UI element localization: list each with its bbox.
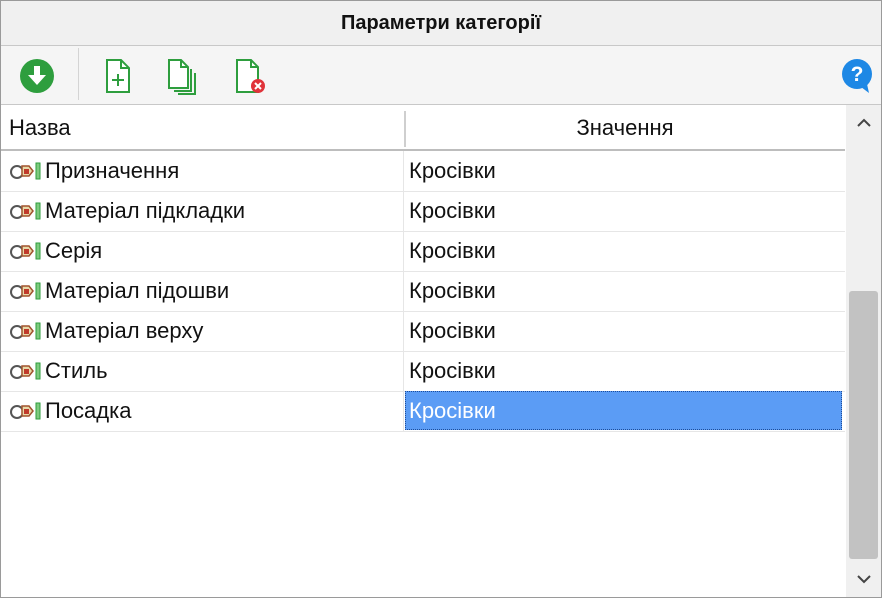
table-header: Назва Значення — [1, 105, 845, 151]
copy-button[interactable] — [163, 56, 203, 96]
name-cell[interactable]: Серія — [1, 231, 404, 271]
parameters-table: Назва Значення Призначення Кросівки Матері… — [1, 105, 845, 597]
parameter-name: Серія — [45, 238, 103, 263]
delete-document-icon — [236, 59, 265, 93]
parameter-value: Кросівки — [409, 278, 496, 303]
parameter-value: Кросівки — [409, 358, 496, 383]
parameter-icon — [9, 279, 43, 303]
scroll-down-button[interactable] — [846, 561, 881, 597]
svg-text:?: ? — [851, 63, 864, 86]
name-cell[interactable]: Матеріал підкладки — [1, 191, 404, 231]
scroll-up-button[interactable] — [846, 105, 881, 141]
column-header-value[interactable]: Значення — [406, 115, 844, 141]
parameter-value: Кросівки — [409, 238, 496, 263]
table-row[interactable]: Матеріал верху Кросівки — [1, 311, 845, 352]
value-cell[interactable]: Кросівки — [405, 231, 842, 270]
parameter-icon — [9, 319, 43, 343]
parameter-name: Стиль — [45, 358, 108, 383]
copy-documents-icon — [168, 59, 196, 95]
delete-button[interactable] — [230, 56, 270, 96]
parameter-name: Посадка — [45, 398, 132, 423]
table-row[interactable]: Серія Кросівки — [1, 231, 845, 272]
name-cell[interactable]: Стиль — [1, 351, 404, 391]
parameter-icon — [9, 359, 43, 383]
chevron-down-icon — [856, 575, 871, 584]
value-cell[interactable]: Кросівки — [405, 351, 842, 390]
parameter-icon — [9, 199, 43, 223]
name-cell[interactable]: Матеріал підошви — [1, 271, 404, 311]
table-row[interactable]: Матеріал підошви Кросівки — [1, 271, 845, 312]
title-bar: Параметри категорії — [1, 1, 881, 46]
parameter-icon — [9, 159, 43, 183]
column-header-name[interactable]: Назва — [9, 115, 71, 141]
parameter-name: Матеріал верху — [45, 318, 204, 343]
parameter-value: Кросівки — [409, 318, 496, 343]
chevron-up-icon — [856, 118, 871, 127]
parameter-value: Кросівки — [409, 398, 496, 423]
category-parameters-window: Параметри категорії ? Назва Значення При… — [0, 0, 882, 598]
add-button[interactable] — [98, 56, 138, 96]
download-circle-icon — [20, 59, 54, 93]
parameter-name: Призначення — [45, 158, 180, 183]
help-icon: ? — [842, 59, 872, 93]
vertical-scrollbar[interactable] — [846, 105, 881, 597]
parameter-icon — [9, 399, 43, 423]
name-cell[interactable]: Посадка — [1, 391, 404, 431]
table-row[interactable]: Стиль Кросівки — [1, 351, 845, 392]
parameter-name: Матеріал підошви — [45, 278, 230, 303]
table-row[interactable]: Призначення Кросівки — [1, 151, 845, 192]
window-title: Параметри категорії — [340, 12, 542, 34]
toolbar-separator — [78, 48, 79, 100]
parameter-name: Матеріал підкладки — [45, 198, 246, 223]
value-cell[interactable]: Кросівки — [405, 311, 842, 350]
name-cell[interactable]: Призначення — [1, 151, 404, 191]
add-document-icon — [106, 59, 130, 93]
value-cell[interactable]: Кросівки — [405, 391, 842, 430]
scrollbar-thumb[interactable] — [849, 291, 878, 559]
value-cell[interactable]: Кросівки — [405, 271, 842, 310]
table-row[interactable]: Матеріал підкладки Кросівки — [1, 191, 845, 232]
value-cell[interactable]: Кросівки — [405, 191, 842, 230]
parameter-value: Кросівки — [409, 198, 496, 223]
table-row[interactable]: Посадка Кросівки — [1, 391, 845, 432]
toolbar: ? — [1, 46, 881, 105]
parameter-value: Кросівки — [409, 158, 496, 183]
parameter-icon — [9, 239, 43, 263]
download-button[interactable] — [17, 56, 57, 96]
value-cell[interactable]: Кросівки — [405, 151, 842, 190]
name-cell[interactable]: Матеріал верху — [1, 311, 404, 351]
help-button[interactable]: ? — [837, 56, 877, 96]
